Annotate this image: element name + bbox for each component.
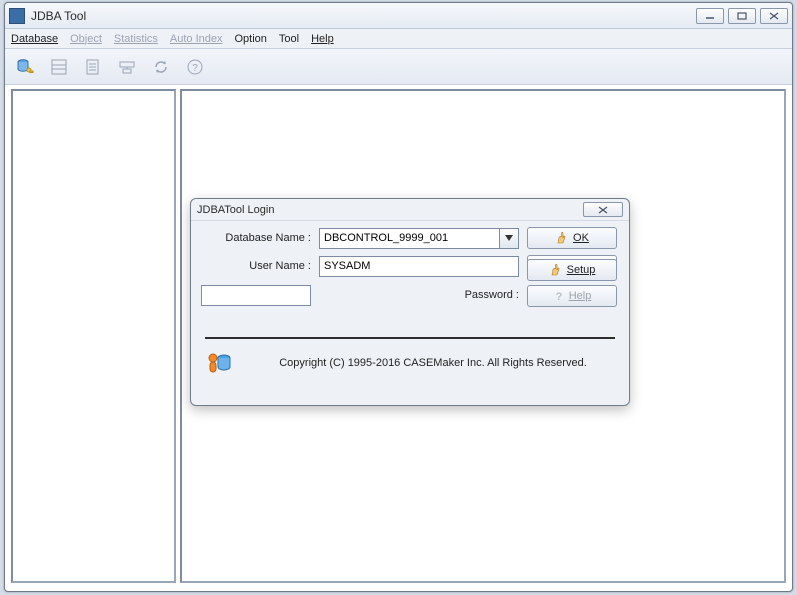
help-label: Help — [569, 290, 592, 302]
dialog-body: Database Name : OK User Name : Cancel Pa… — [201, 227, 619, 307]
menu-help-label: Help — [311, 33, 334, 45]
menu-object: Object — [70, 33, 102, 45]
ok-button[interactable]: OK — [527, 227, 617, 249]
tree-panel — [11, 89, 176, 583]
svg-text:?: ? — [192, 63, 198, 74]
menu-tool[interactable]: Tool — [279, 33, 299, 45]
password-input[interactable] — [201, 285, 311, 306]
setup-label: Setup — [567, 264, 596, 276]
menubar: Database Object Statistics Auto Index Op… — [5, 29, 792, 49]
tool-btn-4[interactable] — [113, 53, 141, 81]
toolbar: ? — [5, 49, 792, 85]
dialog-title: JDBATool Login — [197, 204, 583, 216]
dialog-footer: Copyright (C) 1995-2016 CASEMaker Inc. A… — [205, 349, 615, 377]
close-icon — [598, 206, 608, 214]
titlebar: JDBA Tool — [5, 3, 792, 29]
label-username: User Name : — [201, 260, 311, 272]
database-dropdown-button[interactable] — [499, 228, 519, 249]
database-key-icon — [15, 57, 35, 77]
server-icon — [117, 57, 137, 77]
database-select[interactable] — [319, 228, 519, 249]
label-database: Database Name : — [201, 232, 311, 244]
ok-label: OK — [573, 232, 589, 244]
menu-help[interactable]: Help — [311, 33, 334, 45]
tool-btn-3[interactable] — [79, 53, 107, 81]
username-input[interactable] — [319, 256, 519, 277]
tool-btn-2[interactable] — [45, 53, 73, 81]
menu-option[interactable]: Option — [235, 33, 267, 45]
minimize-icon — [705, 12, 715, 20]
dialog-separator — [205, 337, 615, 339]
close-button[interactable] — [760, 8, 788, 24]
svg-text:?: ? — [555, 291, 562, 302]
close-icon — [769, 12, 779, 20]
page-icon — [83, 57, 103, 77]
menu-database-label: Database — [11, 33, 58, 45]
setup-button[interactable]: Setup — [527, 259, 617, 281]
help-button: ? Help — [527, 285, 617, 307]
tool-btn-6[interactable]: ? — [181, 53, 209, 81]
dialog-titlebar: JDBATool Login — [191, 199, 629, 221]
menu-autoindex: Auto Index — [170, 33, 223, 45]
question-icon: ? — [553, 290, 565, 302]
window-controls — [696, 8, 788, 24]
database-input[interactable] — [319, 228, 499, 249]
menu-tool-label: Tool — [279, 33, 299, 45]
chevron-down-icon — [505, 235, 513, 241]
menu-option-label: Option — [235, 33, 267, 45]
maximize-button[interactable] — [728, 8, 756, 24]
brand-icon — [205, 349, 233, 377]
tool-btn-5[interactable] — [147, 53, 175, 81]
label-password: Password : — [319, 289, 519, 301]
maximize-icon — [737, 12, 747, 20]
help-icon: ? — [185, 57, 205, 77]
window-title: JDBA Tool — [31, 9, 696, 23]
menu-statistics: Statistics — [114, 33, 158, 45]
app-icon — [9, 8, 25, 24]
hand-ok-icon — [555, 231, 569, 245]
hand-setup-icon — [549, 263, 563, 277]
tool-connect-button[interactable] — [11, 53, 39, 81]
document-grid-icon — [49, 57, 69, 77]
login-dialog: JDBATool Login Database Name : OK User N… — [190, 198, 630, 406]
minimize-button[interactable] — [696, 8, 724, 24]
menu-statistics-label: Statistics — [114, 33, 158, 45]
dialog-close-button[interactable] — [583, 202, 623, 217]
menu-object-label: Object — [70, 33, 102, 45]
copyright-text: Copyright (C) 1995-2016 CASEMaker Inc. A… — [251, 357, 615, 369]
menu-autoindex-label: Auto Index — [170, 33, 223, 45]
refresh-icon — [151, 57, 171, 77]
menu-database[interactable]: Database — [11, 33, 58, 45]
